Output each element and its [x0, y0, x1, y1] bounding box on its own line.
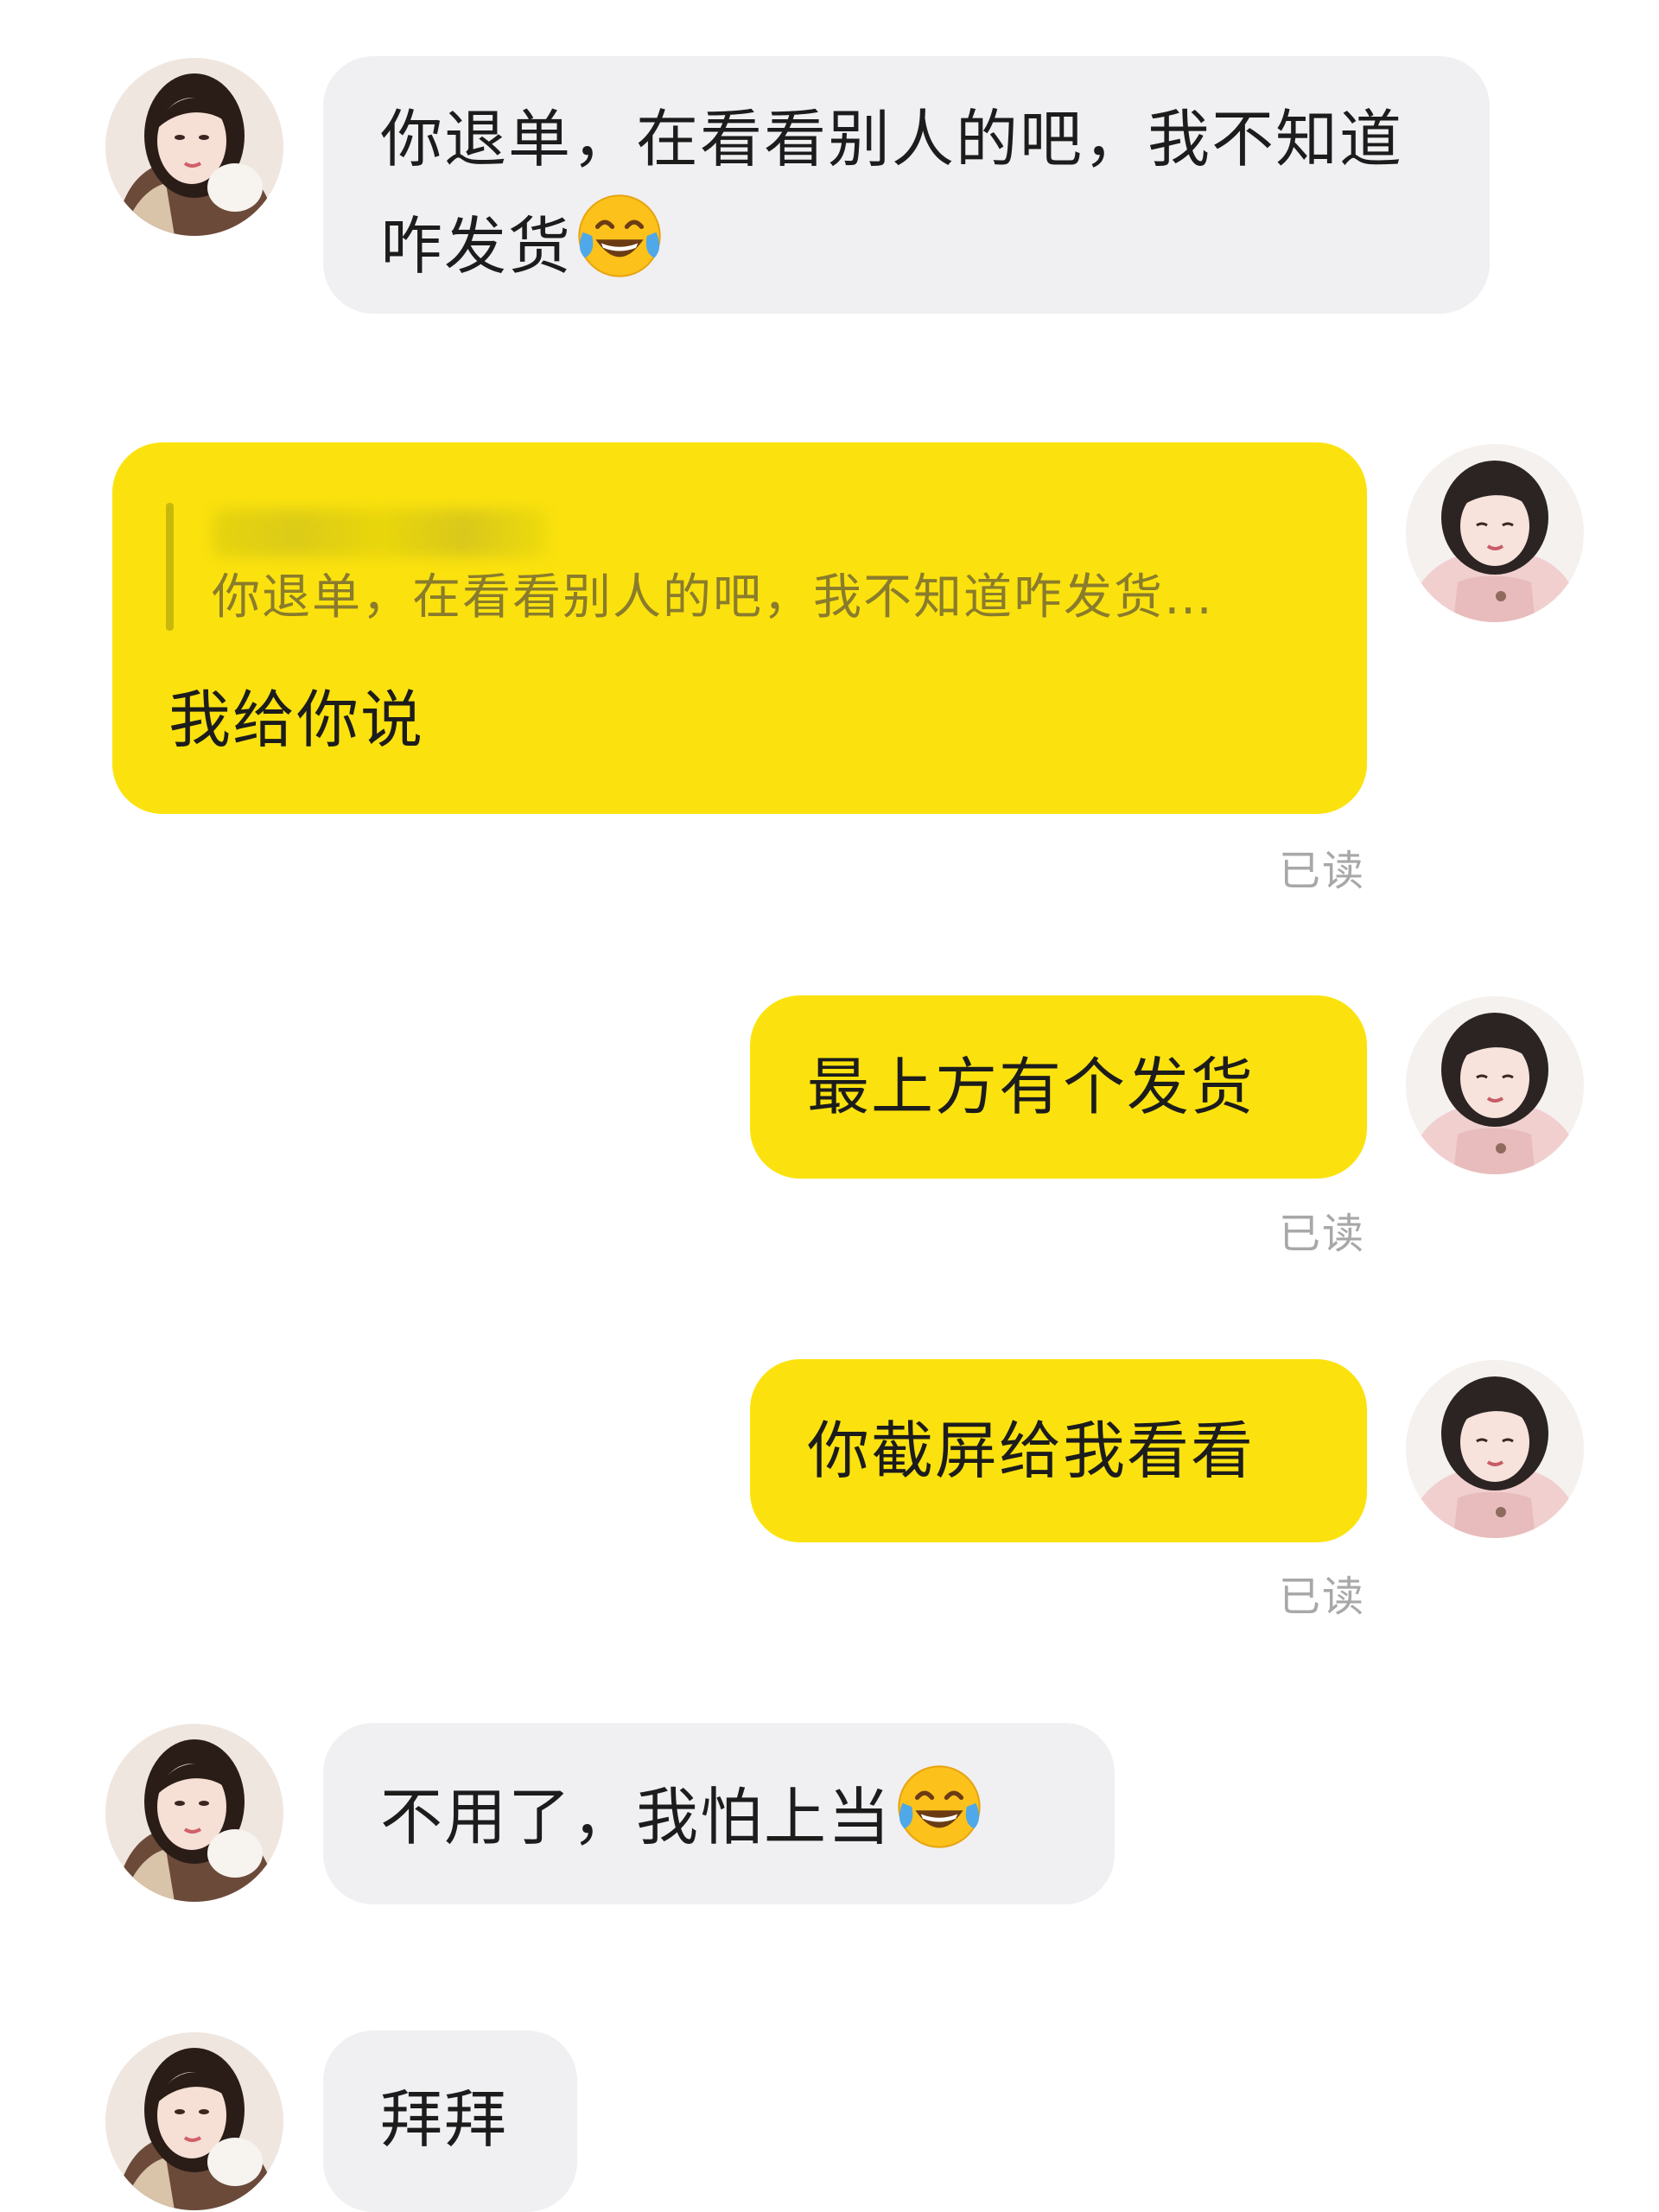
message-text: 最上方有个发货 — [807, 1051, 1255, 1123]
outgoing-message-bubble[interactable]: 你截屏给我看看 — [750, 1359, 1367, 1542]
message-text: 你截屏给我看看 — [807, 1414, 1255, 1487]
face-with-tears-of-joy-icon — [893, 1761, 985, 1853]
chat-conversation: 你退单，在看看别人的吧，我不知道咋发货 你退单，在看看别人的吧，我不知道咋发货…… — [0, 0, 1659, 2212]
read-status: 已读 — [1279, 1573, 1366, 1621]
read-status: 已读 — [1279, 847, 1366, 895]
incoming-message-bubble[interactable]: 不用了，我怕上当 — [323, 1723, 1115, 1904]
outgoing-message-bubble[interactable]: 最上方有个发货 — [750, 995, 1367, 1179]
user-avatar[interactable] — [1406, 444, 1584, 622]
message-text: 你退单，在看看别人的吧，我不知道咋发货 — [380, 103, 1404, 283]
quoted-message-text[interactable]: 你退单，在看看别人的吧，我不知道咋发货… — [212, 563, 1214, 632]
contact-avatar[interactable] — [105, 58, 283, 236]
outgoing-reply-bubble[interactable]: 你退单，在看看别人的吧，我不知道咋发货… 我给你说 — [112, 442, 1367, 814]
incoming-message-bubble[interactable]: 拜拜 — [323, 2031, 577, 2212]
quote-bar — [166, 503, 174, 631]
incoming-message-bubble[interactable]: 你退单，在看看别人的吧，我不知道咋发货 — [323, 56, 1490, 314]
contact-avatar[interactable] — [105, 1724, 283, 1902]
user-avatar[interactable] — [1406, 996, 1584, 1174]
quoted-sender-name-blurred — [212, 509, 549, 557]
user-avatar[interactable] — [1406, 1360, 1584, 1538]
contact-avatar[interactable] — [105, 2032, 283, 2210]
message-text: 不用了，我怕上当 — [380, 1781, 893, 1853]
face-with-tears-of-joy-icon — [574, 190, 665, 282]
read-status: 已读 — [1279, 1210, 1366, 1258]
message-text: 我给你说 — [168, 683, 425, 756]
message-text: 拜拜 — [380, 2083, 509, 2156]
